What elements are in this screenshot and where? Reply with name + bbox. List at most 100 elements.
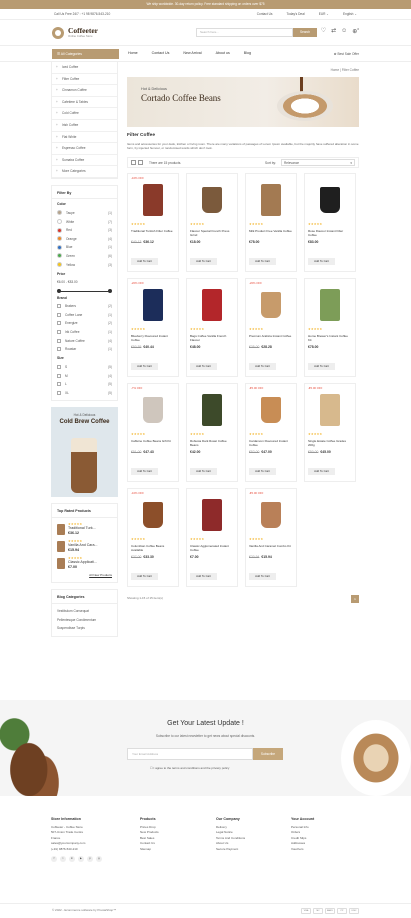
product-name[interactable]: Caffeine Coffee Beans Gift Kit — [131, 440, 175, 449]
grid-view-icon[interactable] — [131, 160, 136, 166]
product-card[interactable]: -€5.00 OFF ★★★★★ Vanilla And Caramel Combo… — [245, 488, 297, 588]
list-view-icon[interactable] — [138, 160, 143, 166]
facebook-icon[interactable]: f — [51, 856, 57, 863]
product-image[interactable] — [190, 177, 234, 223]
category-item[interactable]: Irish Coffee — [52, 120, 117, 132]
category-item[interactable]: Cold Coffee — [52, 108, 117, 120]
size-option[interactable]: S (5) — [57, 363, 112, 372]
product-name[interactable]: Vanilla And Caramel Combo Kit — [249, 545, 293, 554]
twitter-icon[interactable]: t — [60, 856, 66, 863]
product-image[interactable] — [131, 492, 175, 538]
add-to-cart-button[interactable]: Add To Cart — [308, 468, 335, 476]
youtube-icon[interactable]: ▶ — [78, 856, 84, 863]
color-option[interactable]: Green (6) — [57, 252, 112, 261]
product-image[interactable] — [249, 282, 293, 328]
color-option[interactable]: Blue (1) — [57, 243, 112, 252]
add-to-cart-button[interactable]: Add To Cart — [190, 258, 217, 266]
checkbox[interactable] — [57, 338, 61, 343]
add-to-cart-button[interactable]: Add To Cart — [190, 573, 217, 581]
product-image[interactable] — [308, 387, 352, 433]
product-image[interactable] — [190, 282, 234, 328]
top-rated-item[interactable]: ★★★★★ Vanilla And Cara... €15.94 — [57, 538, 112, 555]
checkbox[interactable] — [57, 347, 61, 352]
linkedin-icon[interactable]: in — [69, 856, 75, 863]
add-to-cart-button[interactable]: Add To Cart — [249, 573, 276, 581]
cart-icon[interactable]: ⊕0 — [352, 27, 359, 37]
checkbox[interactable] — [57, 373, 61, 378]
product-image[interactable] — [308, 282, 352, 328]
category-item[interactable]: Sumatra Coffee — [52, 155, 117, 167]
add-to-cart-button[interactable]: Add To Cart — [190, 363, 217, 371]
category-item[interactable]: Flat White — [52, 132, 117, 144]
add-to-cart-button[interactable]: Add To Cart — [131, 363, 158, 371]
compare-icon[interactable]: ⇄ — [331, 28, 336, 37]
product-card[interactable]: -€5.00 OFF ★★★★★ Cardamom Flavoured Instan… — [245, 383, 297, 483]
brand-option[interactable]: Energize (2) — [57, 319, 112, 328]
nav-about[interactable]: About us — [216, 51, 230, 55]
top-rated-item[interactable]: ★★★★★ Classic Applicati... €7.00 — [57, 555, 112, 572]
product-card[interactable]: ★★★★★ Robusta Dark Roast Coffee Beans €42.… — [186, 383, 238, 483]
product-image[interactable] — [131, 387, 175, 433]
brand-option[interactable]: Nature Coffee (4) — [57, 336, 112, 345]
terms-checkbox[interactable]: ☐ I agree to the terms and conditions an… — [150, 766, 229, 771]
brand-option[interactable]: Coffee Lane (1) — [57, 311, 112, 320]
product-name[interactable]: Home Brewer's Instant Coffee Kit — [308, 335, 352, 344]
contact-link[interactable]: Contact Us — [257, 12, 273, 16]
product-image[interactable] — [249, 492, 293, 538]
search-button[interactable]: Search — [293, 28, 317, 37]
breadcrumb[interactable]: Home | Filter Coffee — [127, 68, 359, 72]
product-name[interactable]: Robusta Dark Roast Coffee Beans — [190, 440, 234, 449]
product-name[interactable]: Premium Arabica Instant Coffee — [249, 335, 293, 344]
footer-link[interactable]: Sitemap — [140, 847, 159, 853]
product-name[interactable]: Bags Coffee Vanilla French Flavour — [190, 335, 234, 344]
checkbox[interactable] — [57, 390, 61, 395]
blog-category-item[interactable]: Pellentesque Condimentum — [57, 615, 112, 624]
product-card[interactable]: -20% OFF ★★★★★ Premium Arabica Instant Cof… — [245, 278, 297, 378]
price-slider[interactable] — [57, 288, 112, 293]
product-name[interactable]: Classic Agglomerated Instant Coffee — [190, 545, 234, 554]
category-item[interactable]: Filter Coffee — [52, 74, 117, 86]
sort-select[interactable]: Relevance ▾ — [281, 159, 355, 167]
checkbox[interactable] — [57, 382, 61, 387]
currency-select[interactable]: EUR ⌄ — [319, 12, 329, 16]
product-image[interactable] — [131, 282, 175, 328]
product-name[interactable]: Traditional Turkish Filter Coffee — [131, 230, 175, 239]
product-card[interactable]: ★★★★★ Classic Agglomerated Instant Coffee… — [186, 488, 238, 588]
footer-link[interactable]: Vouchers — [291, 847, 314, 853]
email-field[interactable]: Your Email Address — [127, 748, 253, 760]
product-name[interactable]: Single Estate Coffee Grades 200g — [308, 440, 352, 449]
product-card[interactable]: ★★★★★ Rose Flavour Instant Filter Coffee €… — [304, 173, 356, 273]
blog-category-item[interactable]: Vestibulum Consequat — [57, 607, 112, 616]
product-image[interactable] — [249, 177, 293, 223]
instagram-icon[interactable]: ◎ — [96, 856, 102, 863]
wishlist-icon[interactable]: ♡ — [321, 28, 326, 37]
cold-brew-promo[interactable]: Hot & Delicious Cold Brew Coffee — [51, 407, 118, 498]
nav-new-arrival[interactable]: New Arrival — [183, 51, 201, 55]
color-option[interactable]: White (7) — [57, 217, 112, 226]
add-to-cart-button[interactable]: Add To Cart — [249, 258, 276, 266]
product-card[interactable]: -20% OFF ★★★★★ Blueberry Flavoured Instant… — [127, 278, 179, 378]
product-name[interactable]: Rose Flavour Instant Filter Coffee — [308, 230, 352, 239]
nav-contact[interactable]: Contact Us — [152, 51, 170, 55]
product-card[interactable]: ★★★★★ Milk Product Free Vanilla Coffee €78… — [245, 173, 297, 273]
blog-category-item[interactable]: Suspendisse Turpis — [57, 624, 112, 633]
product-name[interactable]: Milk Product Free Vanilla Coffee — [249, 230, 293, 239]
product-card[interactable]: ★★★★★ Bags Coffee Vanilla French Flavour €… — [186, 278, 238, 378]
product-name[interactable]: Cardamom Flavoured Instant Coffee — [249, 440, 293, 449]
add-to-cart-button[interactable]: Add To Cart — [190, 468, 217, 476]
add-to-cart-button[interactable]: Add To Cart — [249, 363, 276, 371]
size-option[interactable]: M (4) — [57, 371, 112, 380]
product-card[interactable]: ★★★★★ Home Brewer's Instant Coffee Kit €78… — [304, 278, 356, 378]
all-categories-button[interactable]: ☰ All Categories — [52, 48, 119, 59]
category-item[interactable]: More Categories — [52, 166, 117, 178]
product-name[interactable]: Blueberry Flavoured Instant Coffee — [131, 335, 175, 344]
product-card[interactable]: -10% OFF ★★★★★ Columbian Coffee Beans Avai… — [127, 488, 179, 588]
nav-home[interactable]: Home — [128, 51, 138, 55]
page-button[interactable]: 1 — [351, 595, 359, 604]
add-to-cart-button[interactable]: Add To Cart — [249, 468, 276, 476]
size-option[interactable]: L (5) — [57, 380, 112, 389]
top-rated-item[interactable]: ★★★★★ Traditional Turk... €36.12 — [57, 521, 112, 538]
user-icon[interactable]: ☺ — [341, 28, 347, 37]
color-option[interactable]: Yellow (3) — [57, 260, 112, 269]
brand-option[interactable]: Roastar (1) — [57, 345, 112, 354]
